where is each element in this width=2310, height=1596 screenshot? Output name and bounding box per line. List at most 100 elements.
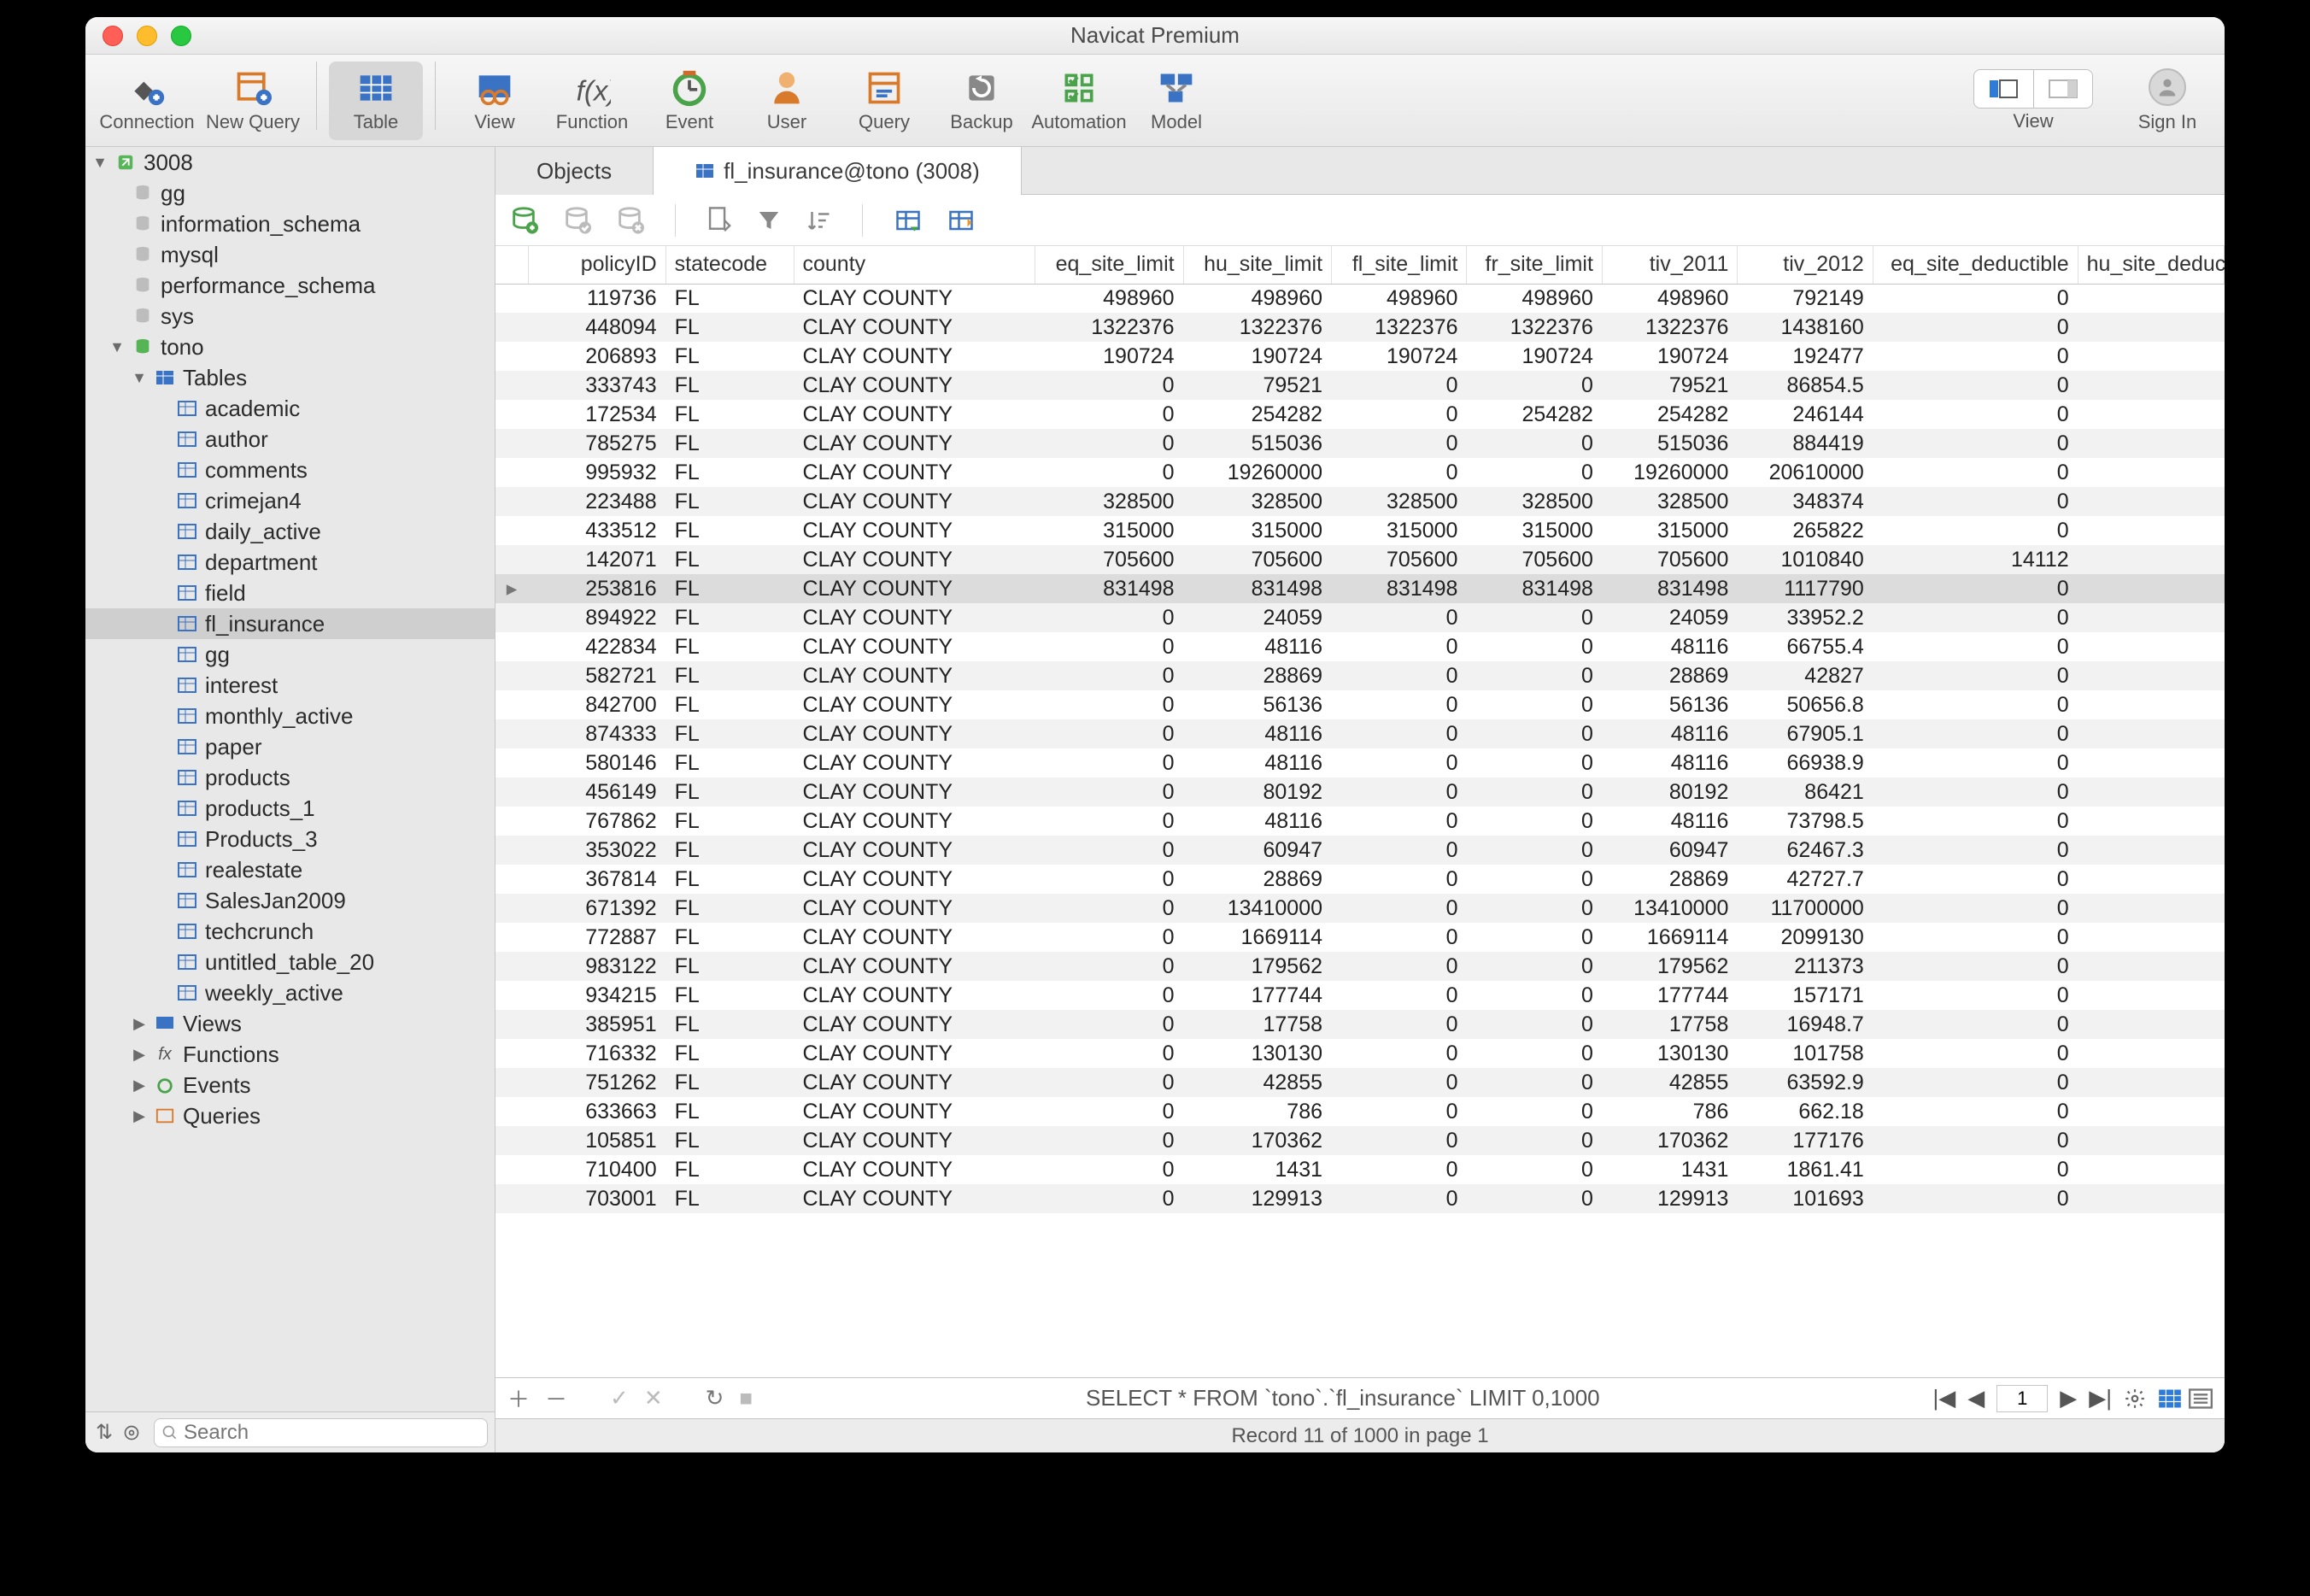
cell[interactable]: CLAY COUNTY (794, 836, 1035, 865)
cell[interactable]: 0 (1467, 1155, 1602, 1184)
col-tiv_2012[interactable]: tiv_2012 (1738, 246, 1873, 284)
table-fl_insurance[interactable]: fl_insurance (85, 608, 495, 639)
table-row[interactable]: 333743FLCLAY COUNTY079521007952186854.50 (495, 371, 2225, 400)
cell[interactable]: 0 (1332, 865, 1467, 894)
table-row[interactable]: 142071FLCLAY COUNTY705600705600705600705… (495, 545, 2225, 574)
event-toolbar-button[interactable]: Event (642, 62, 736, 140)
cell[interactable]: 0 (1873, 777, 2078, 807)
table-row[interactable]: 580146FLCLAY COUNTY048116004811666938.90 (495, 748, 2225, 777)
cell[interactable]: 179562 (1183, 952, 1331, 981)
filter-icon[interactable] (756, 208, 782, 233)
cell[interactable]: FL (665, 748, 794, 777)
cell[interactable]: CLAY COUNTY (794, 429, 1035, 458)
cell[interactable]: 315000 (1467, 516, 1602, 545)
cell[interactable]: 894922 (529, 603, 666, 632)
cell[interactable]: 177176 (1738, 1126, 1873, 1155)
cell[interactable]: 1861.41 (1738, 1155, 1873, 1184)
cell[interactable] (2078, 1068, 2224, 1097)
cell[interactable]: 983122 (529, 952, 666, 981)
cell[interactable]: 498960 (1183, 284, 1331, 313)
cell[interactable]: 580146 (529, 748, 666, 777)
cell[interactable]: 315000 (1183, 516, 1331, 545)
cell[interactable]: FL (665, 487, 794, 516)
cell[interactable] (2078, 690, 2224, 719)
folder-queries[interactable]: ▶Queries (85, 1100, 495, 1131)
cell[interactable]: 56136 (1183, 690, 1331, 719)
cell[interactable]: 0 (1873, 342, 2078, 371)
cell[interactable]: 710400 (529, 1155, 666, 1184)
cell[interactable]: 67905.1 (1738, 719, 1873, 748)
cell[interactable]: 498960 (1602, 284, 1737, 313)
cell[interactable]: FL (665, 661, 794, 690)
cell[interactable]: 0 (1035, 719, 1183, 748)
cell[interactable]: FL (665, 313, 794, 342)
cell[interactable]: 0 (1332, 1039, 1467, 1068)
table-row[interactable]: 894922FLCLAY COUNTY024059002405933952.20 (495, 603, 2225, 632)
cell[interactable]: 831498 (1602, 574, 1737, 603)
table-row[interactable]: 433512FLCLAY COUNTY315000315000315000315… (495, 516, 2225, 545)
cell[interactable]: 0 (1467, 632, 1602, 661)
cell[interactable]: 28869 (1183, 661, 1331, 690)
cell[interactable]: FL (665, 1155, 794, 1184)
cell[interactable]: 0 (1467, 719, 1602, 748)
signin-button[interactable]: Sign In (2120, 68, 2214, 133)
cell[interactable]: 13410000 (1602, 894, 1737, 923)
first-page-button[interactable]: |◀ (1933, 1385, 1956, 1411)
table-monthly_active[interactable]: monthly_active (85, 701, 495, 731)
cell[interactable]: 842700 (529, 690, 666, 719)
cell[interactable]: 0 (1035, 1184, 1183, 1213)
cell[interactable]: FL (665, 371, 794, 400)
cell[interactable]: 0 (1332, 1184, 1467, 1213)
cell[interactable]: 1322376 (1332, 313, 1467, 342)
cell[interactable]: 42727.7 (1738, 865, 1873, 894)
cell[interactable]: 0 (1873, 371, 2078, 400)
model-toolbar-button[interactable]: Model (1129, 62, 1223, 140)
cell[interactable]: 24059 (1183, 603, 1331, 632)
cell[interactable]: 0 (1873, 1126, 2078, 1155)
table-row[interactable]: 172534FLCLAY COUNTY025428202542822542822… (495, 400, 2225, 429)
cell[interactable]: 662.18 (1738, 1097, 1873, 1126)
db-performance_schema[interactable]: performance_schema (85, 270, 495, 301)
col-eq_site_limit[interactable]: eq_site_limit (1035, 246, 1183, 284)
cell[interactable]: 33952.2 (1738, 603, 1873, 632)
cell[interactable]: 0 (1332, 1068, 1467, 1097)
cell[interactable] (2078, 429, 2224, 458)
cell[interactable]: CLAY COUNTY (794, 1184, 1035, 1213)
cell[interactable]: 328500 (1183, 487, 1331, 516)
cell[interactable]: 328500 (1332, 487, 1467, 516)
cell[interactable]: FL (665, 690, 794, 719)
cell[interactable]: 0 (1467, 1097, 1602, 1126)
cell[interactable]: CLAY COUNTY (794, 807, 1035, 836)
table-row[interactable]: 422834FLCLAY COUNTY048116004811666755.40 (495, 632, 2225, 661)
cell[interactable]: 0 (1332, 1155, 1467, 1184)
cell[interactable]: FL (665, 284, 794, 313)
refresh-button[interactable]: ↻ (706, 1385, 724, 1411)
cell[interactable]: FL (665, 545, 794, 574)
cell[interactable]: 190724 (1467, 342, 1602, 371)
cell[interactable]: 498960 (1035, 284, 1183, 313)
cell[interactable]: 0 (1873, 836, 2078, 865)
table-field[interactable]: field (85, 578, 495, 608)
table-row[interactable]: 751262FLCLAY COUNTY042855004285563592.90 (495, 1068, 2225, 1097)
cell[interactable]: 20610000 (1738, 458, 1873, 487)
table-Products_3[interactable]: Products_3 (85, 824, 495, 854)
cell[interactable]: 1322376 (1602, 313, 1737, 342)
folder-views[interactable]: ▶Views (85, 1008, 495, 1039)
cell[interactable]: CLAY COUNTY (794, 632, 1035, 661)
cell[interactable]: 0 (1873, 458, 2078, 487)
cell[interactable]: 705600 (1332, 545, 1467, 574)
discard-button[interactable]: ✕ (644, 1385, 663, 1411)
cell[interactable]: 0 (1332, 661, 1467, 690)
cell[interactable]: 2099130 (1738, 923, 1873, 952)
cell[interactable]: 422834 (529, 632, 666, 661)
cell[interactable]: 62467.3 (1738, 836, 1873, 865)
col-hu_site_deduct[interactable]: hu_site_deduct (2078, 246, 2224, 284)
cell[interactable]: CLAY COUNTY (794, 1068, 1035, 1097)
cell[interactable]: 254282 (1183, 400, 1331, 429)
cell[interactable]: 831498 (1035, 574, 1183, 603)
data-grid[interactable]: policyIDstatecodecountyeq_site_limithu_s… (495, 246, 2225, 1377)
cell[interactable]: 129913 (1602, 1184, 1737, 1213)
cell[interactable]: 190724 (1035, 342, 1183, 371)
cell[interactable]: FL (665, 429, 794, 458)
table-SalesJan2009[interactable]: SalesJan2009 (85, 885, 495, 916)
